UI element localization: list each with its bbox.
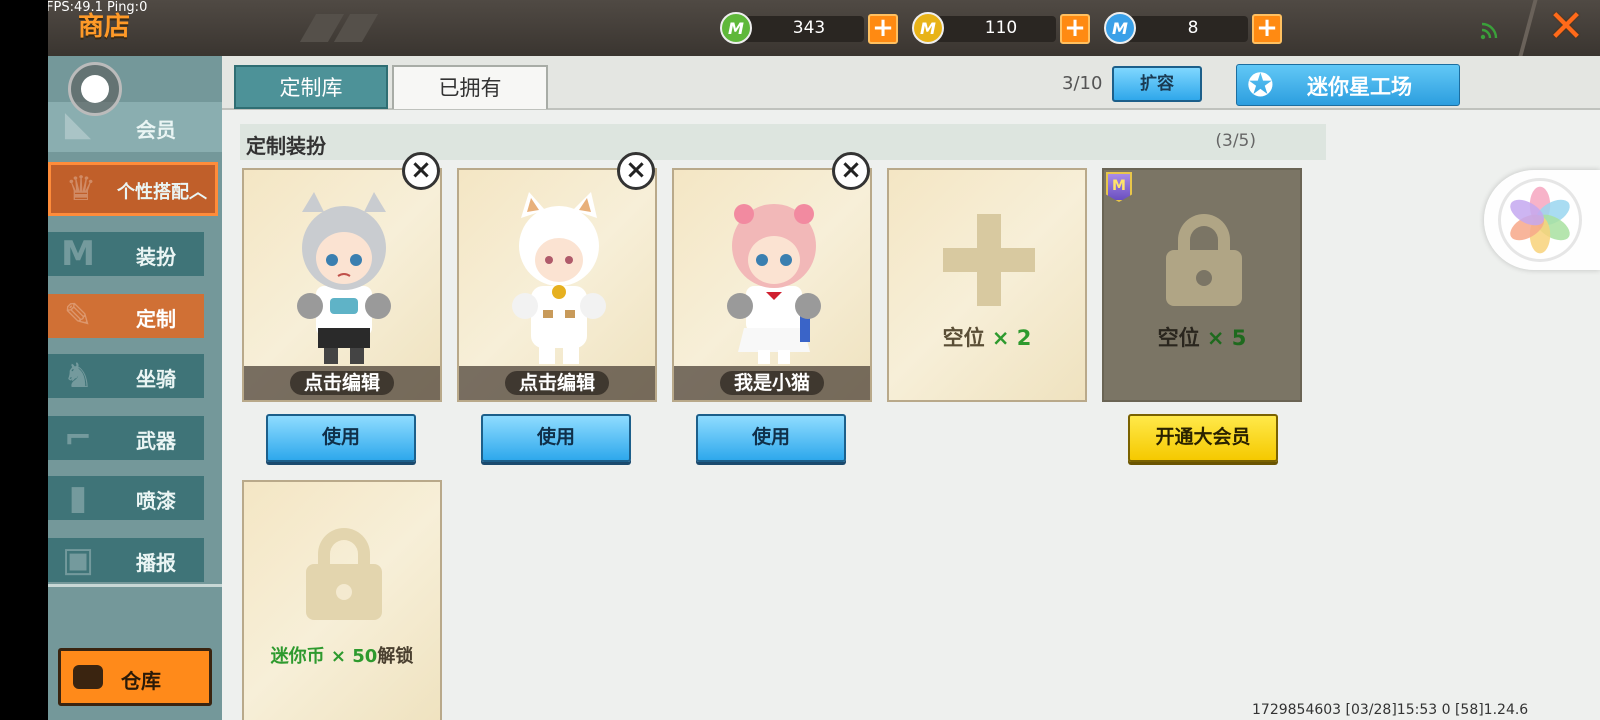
floating-flower-button[interactable] (1484, 170, 1600, 270)
delete-outfit-2-button[interactable]: × (617, 152, 655, 190)
sidebar-item-label: 会员 (136, 118, 176, 142)
silver-hair-wolf-girl-image (297, 192, 391, 364)
sidebar-divider (48, 584, 222, 587)
use-outfit-2-button[interactable]: 使用 (481, 414, 631, 462)
shirt-icon: M (61, 234, 95, 274)
star-icon: ✪ (1247, 66, 1274, 104)
vip-badge-icon: M (1106, 172, 1132, 202)
add-mini-coin-button[interactable]: + (1060, 14, 1090, 44)
outfit-card-2[interactable]: 点击编辑 (457, 168, 657, 402)
plus-icon (943, 214, 1035, 306)
delete-outfit-3-button[interactable]: × (832, 152, 870, 190)
shop-screen: 商店 M 343 + M 110 + M 8 + ✕ FPS:49.1 Ping… (48, 0, 1600, 720)
floating-assist-button[interactable] (68, 62, 122, 116)
outfit-name: 我是小猫 (674, 366, 870, 400)
add-mini-point-button[interactable]: + (1252, 14, 1282, 44)
mini-star-workshop-label: 迷你星工场 (1307, 75, 1412, 99)
pink-hair-sailor-girl-image (727, 204, 821, 364)
sidebar-item-label: 定制 (136, 307, 176, 331)
network-signal-icon (1480, 22, 1498, 40)
mini-point-icon: M (1104, 12, 1136, 44)
spray-can-icon: ▮ (68, 478, 88, 518)
mini-coin-value: 110 (984, 18, 1018, 38)
tab-custom-library[interactable]: 定制库 (234, 65, 388, 109)
outfit-card-1[interactable]: 点击编辑 (242, 168, 442, 402)
sidebar-item-label: 武器 (136, 429, 176, 453)
sidebar: ◣ 会员 ♛ 个性搭配︿ M 装扮 ✎ 定制 ♞ 坐骑 ⌐ 武器 ▮ 喷漆 ▣ (48, 56, 222, 720)
sidebar-item-spray[interactable]: ▮ 喷漆 (48, 476, 204, 520)
use-outfit-1-button[interactable]: 使用 (266, 414, 416, 462)
sidebar-item-label: 装扮 (136, 245, 176, 269)
mini-star-workshop-button[interactable]: ✪ 迷你星工场 (1236, 64, 1460, 106)
sidebar-item-broadcast[interactable]: ▣ 播报 (48, 538, 204, 582)
warehouse-button[interactable]: 仓库 (58, 648, 212, 706)
top-bar: 商店 M 343 + M 110 + M 8 + ✕ (48, 0, 1600, 56)
slot-count: 3/10 (1062, 73, 1103, 94)
sidebar-item-custom[interactable]: ✎ 定制 (48, 294, 204, 338)
sidebar-item-label: 喷漆 (136, 489, 176, 513)
section-title: 定制装扮 (246, 134, 326, 158)
sidebar-item-label: 播报 (136, 551, 176, 575)
lock-icon (306, 528, 382, 620)
white-cat-costume-image (512, 192, 606, 364)
coin-unlock-slot[interactable]: 迷你币 × 50解锁 (242, 480, 442, 720)
gun-icon: ⌐ (63, 418, 93, 458)
outfit-name: 点击编辑 (459, 366, 655, 400)
outfit-name: 点击编辑 (244, 366, 440, 400)
section-header: 定制装扮 (3/5) (240, 124, 1326, 160)
empty-slot-text: 空位 × 2 (942, 326, 1032, 350)
decorative-stripes (298, 14, 388, 42)
pencil-icon: ✎ (63, 296, 93, 336)
lock-icon (1166, 214, 1242, 306)
gold-mini-coin-icon: M (912, 12, 944, 44)
use-outfit-3-button[interactable]: 使用 (696, 414, 846, 462)
mini-point-value: 8 (1187, 18, 1199, 38)
mount-icon: ♞ (62, 356, 94, 396)
flower-icon (1498, 178, 1582, 262)
tab-owned[interactable]: 已拥有 (392, 65, 548, 109)
treasure-chest-icon (73, 665, 103, 689)
main-content: 定制库 已拥有 3/10 扩容 ✪ 迷你星工场 定制装扮 (3/5) 点击编辑 … (222, 56, 1600, 720)
fps-ping-readout: FPS:49.1 Ping:0 (48, 0, 148, 15)
vip-slot-text: 空位 × 5 (1157, 326, 1247, 350)
sidebar-item-mount[interactable]: ♞ 坐骑 (48, 354, 204, 398)
divider (1518, 0, 1538, 56)
sidebar-item-weapon[interactable]: ⌐ 武器 (48, 416, 204, 460)
sidebar-item-member[interactable]: ◣ 会员 (48, 102, 222, 152)
warehouse-label: 仓库 (121, 669, 161, 693)
open-vip-button[interactable]: 开通大会员 (1128, 414, 1278, 462)
vip-locked-slot[interactable]: M 空位 × 5 (1102, 168, 1302, 402)
broadcast-icon: ▣ (61, 540, 95, 580)
sidebar-group-personal-outfit[interactable]: ♛ 个性搭配︿ (48, 162, 218, 216)
trophy-icon: ♛ (65, 169, 97, 209)
tab-bar: 定制库 已拥有 3/10 扩容 ✪ 迷你星工场 (222, 56, 1600, 110)
sidebar-item-label: 坐骑 (136, 367, 176, 391)
expand-button[interactable]: 扩容 (1112, 66, 1202, 102)
empty-outfit-slot[interactable]: 空位 × 2 (887, 168, 1087, 402)
sidebar-item-outfit[interactable]: M 装扮 (48, 232, 204, 276)
sidebar-group-label: 个性搭配︿ (117, 182, 207, 203)
section-count: (3/5) (1215, 131, 1256, 151)
build-info: 1729854603 [03/28]15:53 0 [58]1.24.6 (1252, 702, 1529, 718)
delete-outfit-1-button[interactable]: × (402, 152, 440, 190)
outfit-card-3[interactable]: 我是小猫 (672, 168, 872, 402)
green-mini-bean-icon: M (720, 12, 752, 44)
add-mini-bean-button[interactable]: + (868, 14, 898, 44)
coin-unlock-text: 迷你币 × 50解锁 (270, 646, 414, 667)
mini-bean-value: 343 (792, 18, 826, 38)
close-icon[interactable]: ✕ (1544, 5, 1588, 50)
